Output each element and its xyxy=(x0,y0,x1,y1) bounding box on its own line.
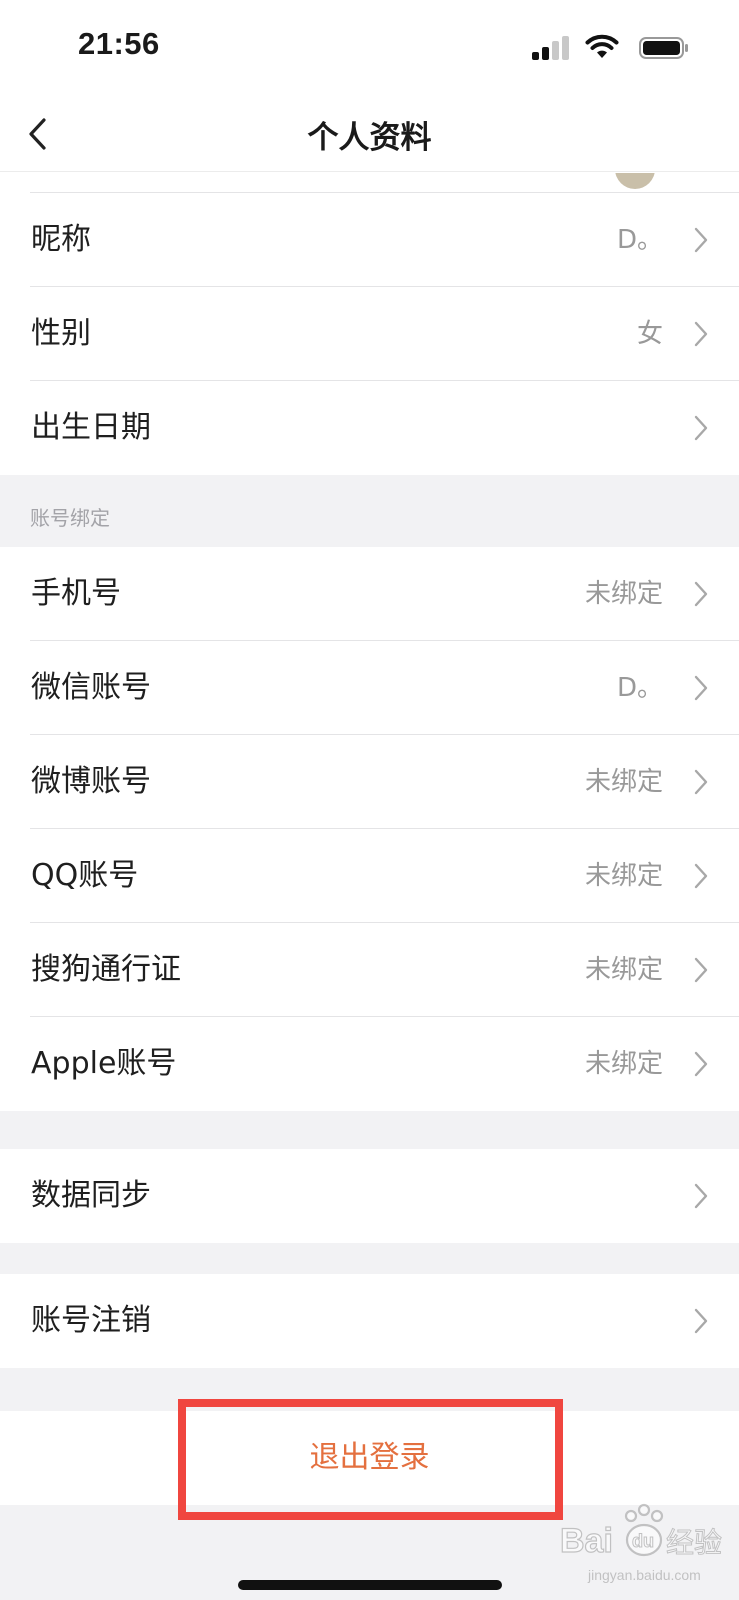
row-label: Apple账号 xyxy=(31,1046,177,1081)
phone-row[interactable]: 手机号 未绑定 xyxy=(0,547,739,641)
row-value: D。 xyxy=(616,225,663,255)
row-value: 女 xyxy=(636,319,663,349)
avatar xyxy=(615,173,655,189)
apple-row[interactable]: Apple账号 未绑定 xyxy=(0,1017,739,1111)
row-value: 未绑定 xyxy=(584,579,663,609)
svg-text:经验: 经验 xyxy=(666,1526,722,1559)
weibo-row[interactable]: 微博账号 未绑定 xyxy=(0,735,739,829)
chevron-right-icon xyxy=(694,957,708,983)
chevron-right-icon xyxy=(694,1051,708,1077)
svg-text:du: du xyxy=(632,1531,654,1551)
row-value: 未绑定 xyxy=(584,1049,663,1079)
row-value: D。 xyxy=(616,673,663,703)
sync-group: 数据同步 xyxy=(0,1149,739,1243)
status-time: 21:56 xyxy=(78,26,160,61)
binding-group: 手机号 未绑定 微信账号 D。 微博账号 未绑定 QQ账号 未绑定 搜狗通行证 … xyxy=(0,547,739,1111)
section-header-label: 账号绑定 xyxy=(30,506,110,530)
chevron-right-icon xyxy=(694,863,708,889)
section-header-account-binding: 账号绑定 xyxy=(0,475,739,547)
baidu-watermark-logo: Bai du 经验 jingyan.baidu.com xyxy=(558,1496,733,1592)
gender-row[interactable]: 性别 女 xyxy=(0,287,739,381)
row-label: 账号注销 xyxy=(31,1303,151,1338)
profile-group: 昵称 D。 性别 女 出生日期 xyxy=(0,193,739,475)
chevron-right-icon xyxy=(694,227,708,253)
profile-content[interactable]: 昵称 D。 性别 女 出生日期 账号绑定 手机号 未绑定 微信账号 D。 微博账… xyxy=(0,173,739,1600)
row-label: 昵称 xyxy=(31,222,91,257)
row-label: 出生日期 xyxy=(31,410,151,445)
signal-icon xyxy=(532,36,569,60)
chevron-right-icon xyxy=(694,321,708,347)
row-value: 未绑定 xyxy=(584,955,663,985)
row-label: 搜狗通行证 xyxy=(31,952,181,987)
row-label: 手机号 xyxy=(31,576,121,611)
data-sync-row[interactable]: 数据同步 xyxy=(0,1149,739,1243)
wechat-row[interactable]: 微信账号 D。 xyxy=(0,641,739,735)
svg-text:Bai: Bai xyxy=(560,1522,613,1560)
row-label: 性别 xyxy=(31,316,91,351)
sogou-row[interactable]: 搜狗通行证 未绑定 xyxy=(0,923,739,1017)
home-indicator xyxy=(238,1580,502,1590)
avatar-row-partial[interactable] xyxy=(0,173,739,193)
cancel-group: 账号注销 xyxy=(0,1274,739,1368)
status-bar: 21:56 xyxy=(0,0,739,96)
row-label: 微信账号 xyxy=(31,670,151,705)
row-label: QQ账号 xyxy=(31,858,139,893)
birthday-row[interactable]: 出生日期 xyxy=(0,381,739,475)
battery-icon xyxy=(639,37,688,59)
row-value: 未绑定 xyxy=(584,767,663,797)
svg-text:jingyan.baidu.com: jingyan.baidu.com xyxy=(587,1567,701,1583)
chevron-right-icon xyxy=(694,675,708,701)
row-value: 未绑定 xyxy=(584,861,663,891)
chevron-right-icon xyxy=(694,1183,708,1209)
wifi-icon xyxy=(585,34,619,58)
nav-bar: 个人资料 xyxy=(0,96,739,172)
chevron-right-icon xyxy=(694,581,708,607)
status-icons xyxy=(489,32,739,64)
logout-block: 退出登录 xyxy=(0,1411,739,1505)
qq-row[interactable]: QQ账号 未绑定 xyxy=(0,829,739,923)
page-title: 个人资料 xyxy=(307,120,432,156)
nickname-row[interactable]: 昵称 D。 xyxy=(0,193,739,287)
row-label: 微博账号 xyxy=(31,764,151,799)
chevron-right-icon xyxy=(694,415,708,441)
logout-button[interactable]: 退出登录 xyxy=(0,1411,739,1505)
chevron-right-icon xyxy=(694,1308,708,1334)
account-cancel-row[interactable]: 账号注销 xyxy=(0,1274,739,1368)
chevron-right-icon xyxy=(694,769,708,795)
row-label: 数据同步 xyxy=(31,1178,151,1213)
